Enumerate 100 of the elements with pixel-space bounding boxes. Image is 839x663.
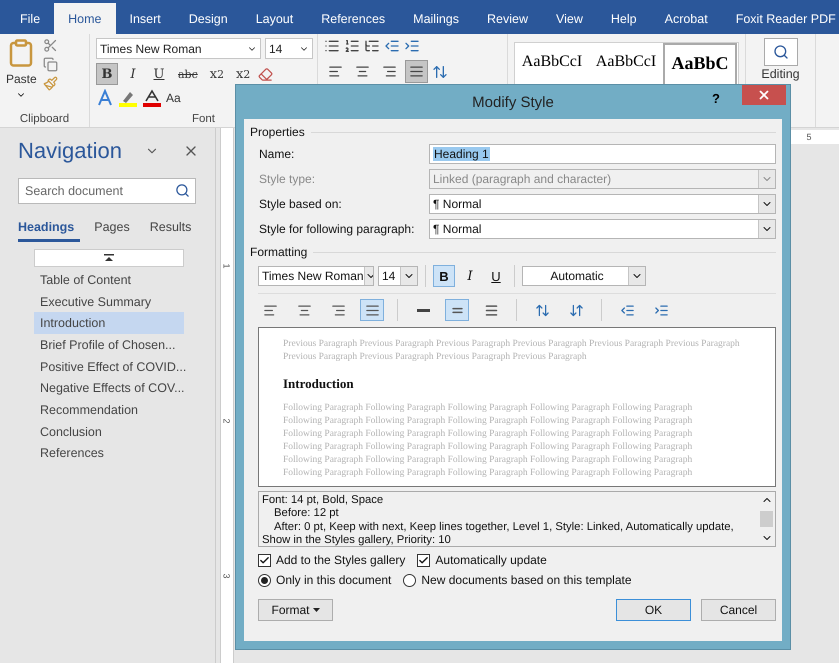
section-label: Properties: [250, 125, 305, 139]
search-icon[interactable]: [175, 183, 190, 198]
paste-button[interactable]: Paste: [6, 72, 37, 86]
format-button[interactable]: U: [148, 63, 170, 85]
ribbon-tab[interactable]: Review: [473, 3, 542, 34]
checkbox-label: Automatically update: [435, 553, 547, 567]
ribbon-tab[interactable]: File: [6, 3, 54, 34]
heading-item[interactable]: Introduction: [34, 312, 184, 334]
dropdown-field[interactable]: ¶ Normal: [429, 218, 776, 238]
ribbon-tab[interactable]: Acrobat: [650, 3, 722, 34]
checkbox-label: Add to the Styles gallery: [276, 553, 406, 567]
outdent-icon: [620, 302, 634, 318]
pane-tab[interactable]: Results: [150, 220, 198, 242]
highlighter-icon[interactable]: [118, 89, 138, 107]
radio-label: Only in this document: [276, 573, 392, 587]
radio-label: New documents based on this template: [421, 573, 632, 587]
outdent-icon[interactable]: [384, 38, 400, 54]
dialog-title: Modify Style: [472, 94, 554, 110]
format-button[interactable]: Format: [258, 599, 333, 621]
indent-icon[interactable]: [404, 38, 420, 54]
name-field[interactable]: Heading 1: [429, 144, 776, 164]
heading-item[interactable]: Table of Content: [34, 269, 184, 291]
eraser-icon[interactable]: [258, 66, 274, 82]
heading-item[interactable]: Brief Profile of Chosen...: [34, 334, 184, 356]
color-dropdown[interactable]: Automatic: [522, 266, 646, 286]
ribbon-tab[interactable]: Layout: [242, 3, 308, 34]
ribbon-tab[interactable]: Mailings: [399, 3, 474, 34]
font-field[interactable]: Times New Roman: [96, 38, 261, 59]
single-spacing-icon: [416, 308, 430, 312]
ribbon-tab[interactable]: Design: [174, 3, 242, 34]
line-spacing-icon[interactable]: [432, 64, 448, 80]
align-center-icon: [355, 64, 370, 79]
help-button[interactable]: ?: [712, 91, 720, 106]
align-justify-icon: [409, 64, 424, 79]
search-icon[interactable]: [764, 38, 798, 66]
font-dropdown[interactable]: Times New Roman: [258, 266, 374, 286]
numbered-list-icon[interactable]: [344, 38, 360, 54]
heading-item[interactable]: Positive Effect of COVID...: [34, 356, 186, 378]
format-button[interactable]: I: [122, 63, 144, 85]
preview-text: Following Paragraph Following Paragraph Following Paragraph Following Paragraph Following Paragraph: [283, 467, 694, 480]
paragraph-button[interactable]: [445, 299, 469, 321]
close-button[interactable]: [742, 85, 786, 105]
ruler-number: 2: [222, 418, 232, 423]
section-label: Formatting: [250, 245, 308, 259]
heading-item[interactable]: Negative Effects of COV...: [34, 377, 185, 400]
format-toggle[interactable]: I: [459, 265, 481, 287]
text-effects-icon[interactable]: [96, 89, 114, 107]
ribbon-tab[interactable]: References: [307, 3, 400, 34]
description-text: Before: 12 pt: [273, 507, 340, 521]
spacing-increase-icon: [534, 302, 550, 318]
double-spacing-icon: [484, 302, 498, 318]
align-right-icon: [330, 302, 346, 318]
multilevel-list-icon[interactable]: [364, 38, 380, 54]
field-label: Style type:: [259, 172, 316, 186]
ribbon-tab[interactable]: View: [542, 3, 597, 34]
copy-icon[interactable]: [42, 57, 58, 72]
font-color-icon[interactable]: [142, 89, 162, 107]
align-left-icon: [262, 302, 278, 318]
heading-item[interactable]: Recommendation: [34, 399, 184, 421]
checkbox[interactable]: [417, 554, 430, 566]
ribbon-tab[interactable]: Home: [54, 3, 116, 34]
ribbon-tab[interactable]: Foxit Reader PDF: [722, 3, 839, 34]
pane-tab[interactable]: Pages: [94, 220, 136, 242]
format-button[interactable]: abc: [174, 63, 202, 85]
pane-title: Navigation: [18, 138, 122, 164]
heading-item[interactable]: Executive Summary: [34, 290, 184, 312]
paragraph-button[interactable]: [360, 299, 384, 321]
font-size-field[interactable]: 14: [265, 38, 313, 59]
editing-button[interactable]: Editing: [761, 67, 800, 81]
field-label: Style based on:: [259, 196, 343, 210]
align-center-icon: [296, 302, 312, 318]
radio-button[interactable]: [258, 574, 271, 586]
heading-item[interactable]: References: [34, 442, 184, 464]
caret-icon: [312, 608, 320, 612]
align-justify-icon: [364, 302, 380, 318]
checkbox[interactable]: [258, 554, 271, 566]
align-left-icon: [328, 64, 343, 79]
heading-item[interactable]: Conclusion: [34, 420, 184, 442]
align-button[interactable]: [405, 60, 428, 83]
radio-button[interactable]: [403, 574, 416, 586]
cancel-button[interactable]: Cancel: [701, 599, 776, 621]
change-case-button[interactable]: Aa: [166, 91, 181, 105]
size-dropdown[interactable]: 14: [378, 266, 418, 286]
preview-text: Following Paragraph Following Paragraph Following Paragraph Following Paragraph Following Paragraph: [283, 441, 694, 454]
description-text: After: 0 pt, Keep with next, Keep lines together, Level 1, Style: Linked, Automatically update, Show in the Styles gallery, Priority: 10: [262, 520, 735, 548]
scissors-icon[interactable]: [42, 38, 58, 53]
format-button[interactable]: B: [96, 63, 118, 85]
group-label: Font: [192, 113, 215, 125]
preview-text: Following Paragraph Following Paragraph Following Paragraph Following Paragraph Following Paragraph: [283, 454, 694, 467]
search-field[interactable]: Search document: [18, 178, 196, 204]
ribbon-tab[interactable]: Insert: [116, 3, 175, 34]
format-toggle[interactable]: U: [485, 265, 507, 287]
dropdown-field[interactable]: ¶ Normal: [429, 194, 776, 214]
bullet-list-icon[interactable]: [324, 38, 340, 54]
ok-button[interactable]: OK: [616, 599, 691, 621]
format-toggle[interactable]: B: [433, 265, 455, 287]
ribbon-tab[interactable]: Help: [596, 3, 651, 34]
pane-tab[interactable]: Headings: [18, 220, 80, 242]
ruler-number: 5: [806, 132, 812, 142]
preview-text: Following Paragraph Following Paragraph Following Paragraph Following Paragraph Following Paragraph: [283, 415, 694, 428]
